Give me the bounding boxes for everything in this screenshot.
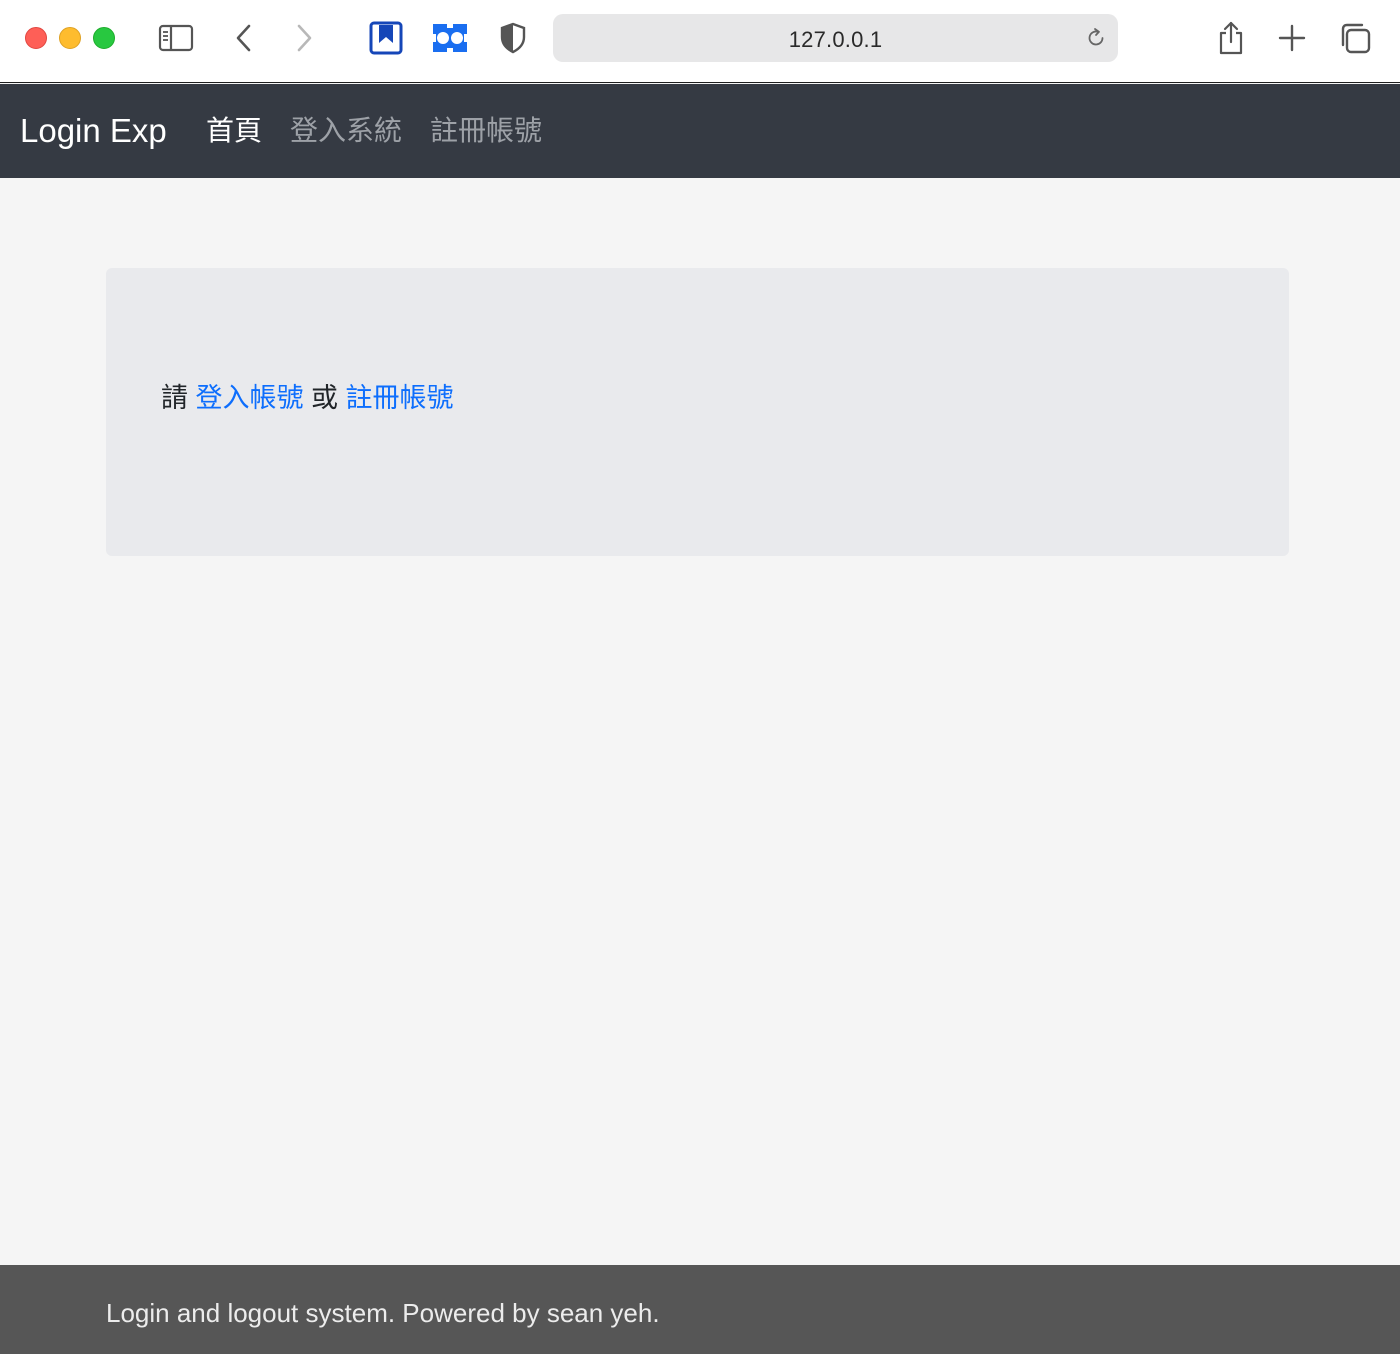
footer-text: Login and logout system. Powered by sean… (106, 1298, 660, 1328)
nav-item-login[interactable]: 登入系統 (290, 113, 402, 149)
sidebar-icon[interactable] (156, 18, 196, 58)
site-navbar: Login Exp 首頁 登入系統 註冊帳號 (0, 84, 1400, 178)
login-link[interactable]: 登入帳號 (196, 383, 304, 413)
extension-icon[interactable] (430, 18, 470, 58)
reload-icon[interactable] (1084, 26, 1108, 50)
tab-overview-icon[interactable] (1335, 18, 1375, 58)
prompt-prefix: 請 (161, 383, 188, 413)
register-link[interactable]: 註冊帳號 (346, 383, 454, 413)
login-prompt: 請 登入帳號 或 註冊帳號 (161, 380, 454, 416)
shield-icon[interactable] (493, 18, 533, 58)
chevron-right-icon[interactable] (284, 18, 324, 58)
share-icon[interactable] (1211, 18, 1251, 58)
zoom-window-button[interactable] (93, 27, 115, 49)
nav-item-register[interactable]: 註冊帳號 (430, 113, 542, 149)
brand-logo[interactable]: Login Exp (20, 111, 167, 151)
address-bar[interactable]: 127.0.0.1 (553, 14, 1118, 62)
site-footer: Login and logout system. Powered by sean… (0, 1265, 1400, 1354)
chevron-left-icon[interactable] (224, 18, 264, 58)
plus-icon[interactable] (1272, 18, 1312, 58)
url-text: 127.0.0.1 (788, 27, 883, 52)
browser-toolbar: 127.0.0.1 (0, 0, 1400, 83)
minimize-window-button[interactable] (59, 27, 81, 49)
close-window-button[interactable] (25, 27, 47, 49)
nav-item-home[interactable]: 首頁 (206, 113, 262, 149)
welcome-panel: 請 登入帳號 或 註冊帳號 (106, 268, 1289, 556)
bookmark-extension-icon[interactable] (366, 18, 406, 58)
prompt-separator: 或 (311, 383, 339, 413)
